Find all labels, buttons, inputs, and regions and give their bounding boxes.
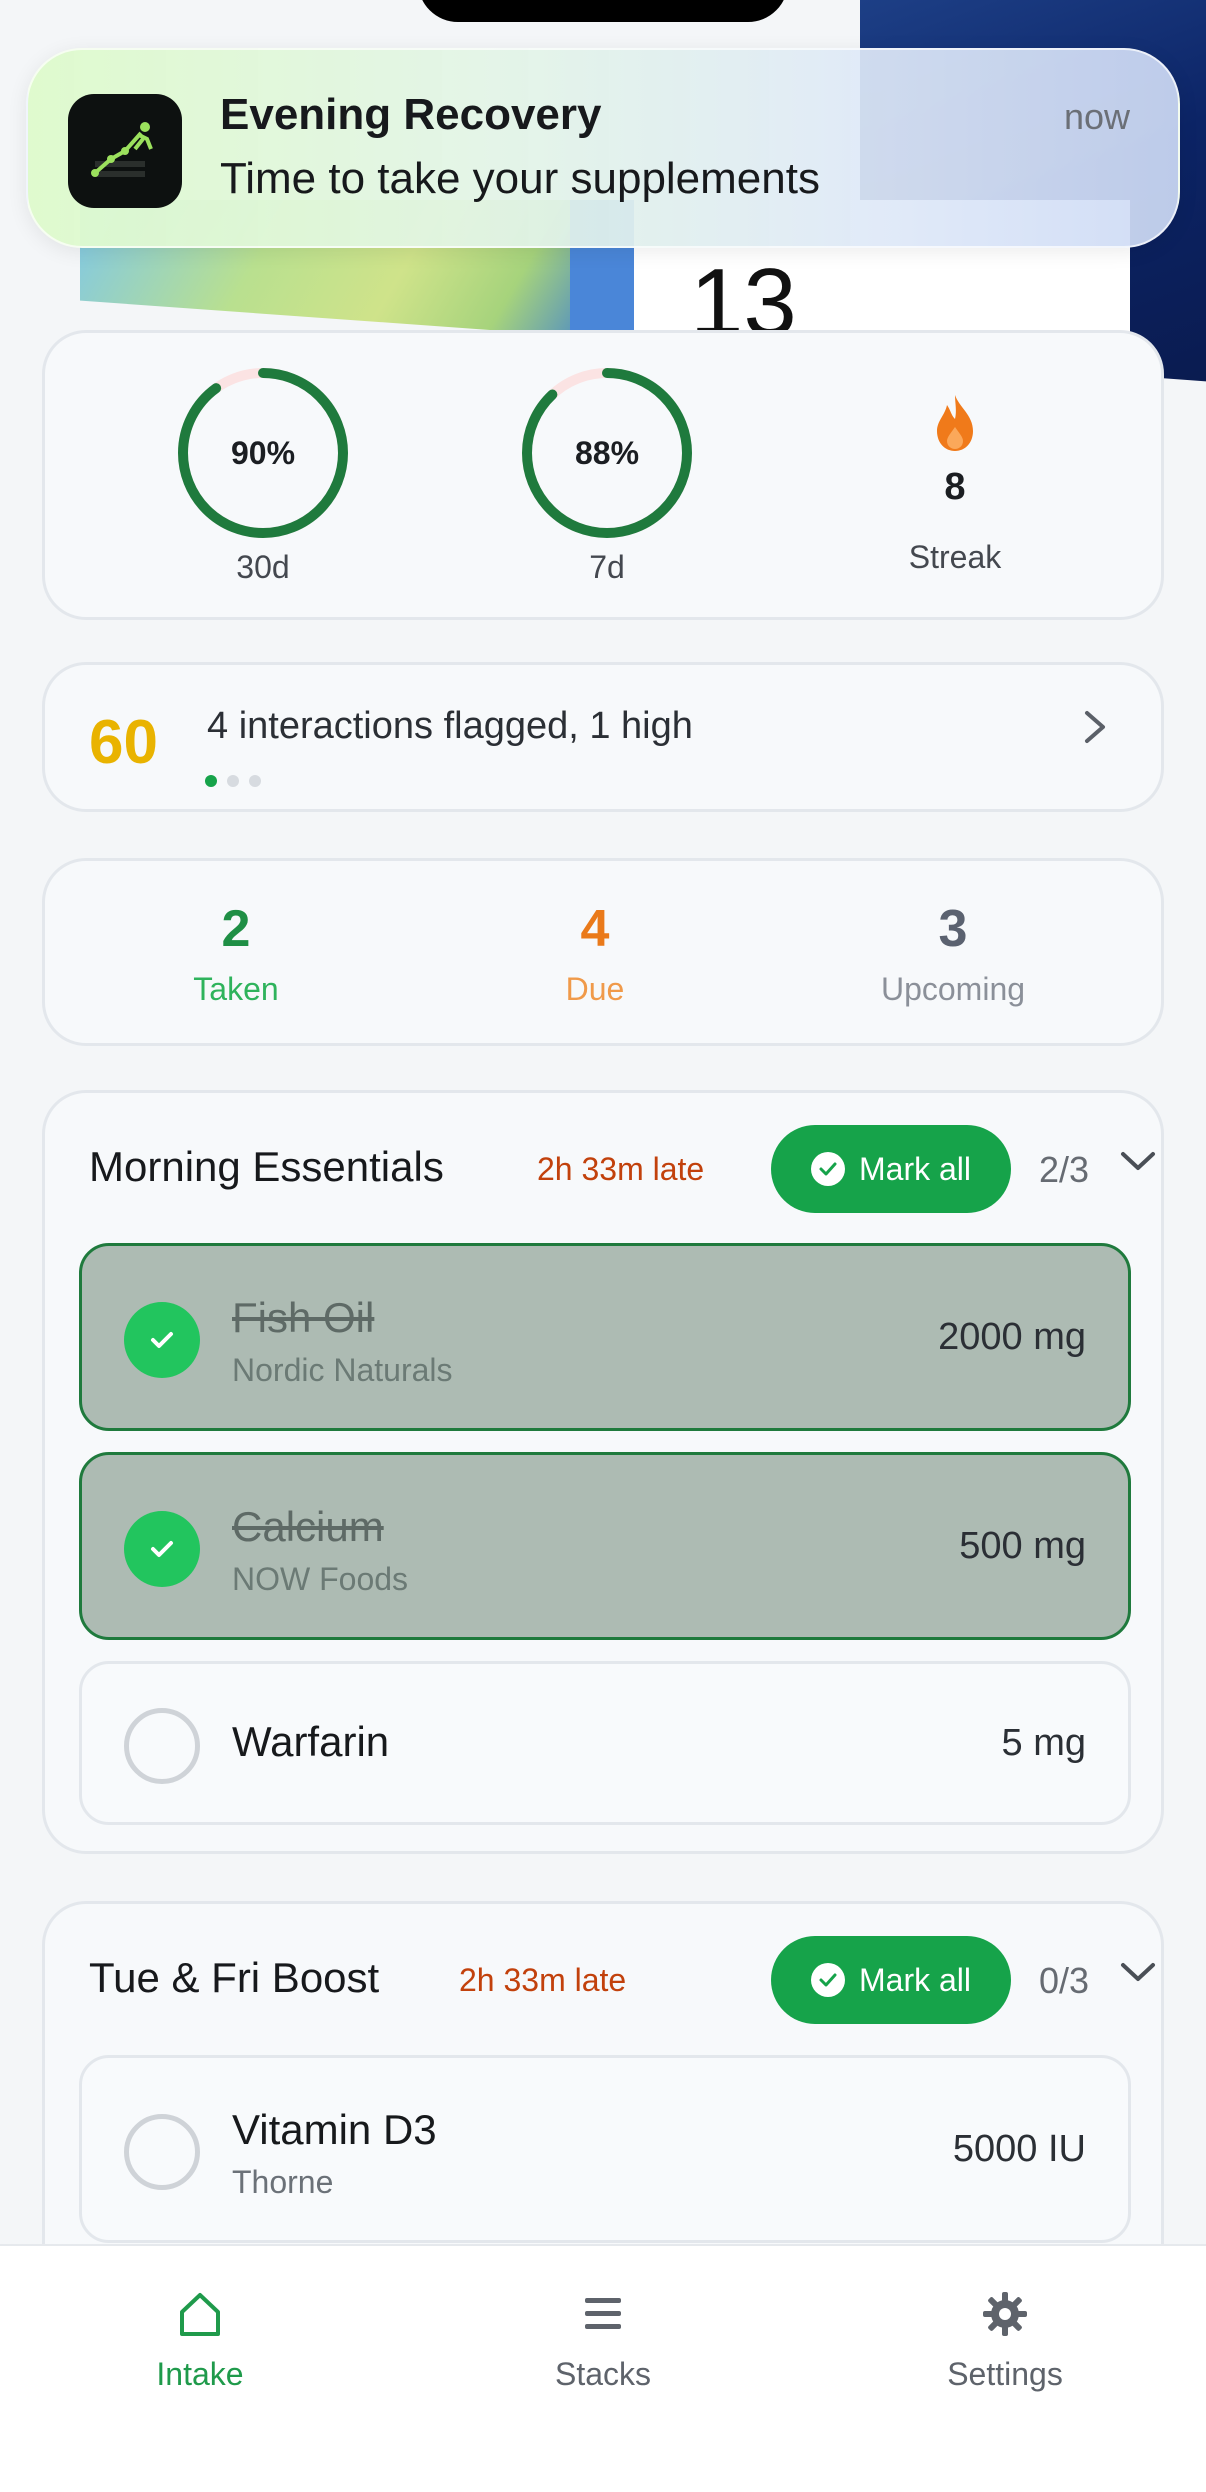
- supplement-brand: Thorne: [232, 2164, 334, 2200]
- notification-title: Evening Recovery: [220, 90, 602, 139]
- adherence-ring-7d: 88%: [517, 363, 697, 543]
- ring-value: 90%: [230, 434, 296, 471]
- supplement-name: Fish Oil: [232, 1294, 375, 1341]
- upcoming-summary: 3 Upcoming: [803, 899, 1103, 1008]
- ring-label-30d: 30d: [236, 549, 290, 585]
- adherence-ring-30d: 90%: [173, 363, 353, 543]
- empty-circle-icon[interactable]: [124, 2114, 200, 2190]
- taken-label: Taken: [193, 971, 279, 1007]
- taken-count: 2: [221, 900, 251, 958]
- mark-all-button[interactable]: Mark all: [771, 1125, 1011, 1213]
- due-label: Due: [565, 971, 625, 1007]
- page-dot: [227, 775, 239, 787]
- list-icon: [493, 2284, 713, 2344]
- mark-all-button[interactable]: Mark all: [771, 1936, 1011, 2024]
- upcoming-label: Upcoming: [880, 971, 1026, 1007]
- nav-label: Stacks: [554, 2356, 652, 2392]
- streak-label: Streak: [908, 539, 1002, 575]
- interaction-score-card[interactable]: 60 4 interactions flagged, 1 high: [42, 662, 1164, 812]
- supplement-item-fish-oil[interactable]: Fish Oil Nordic Naturals 2000 mg: [79, 1243, 1131, 1431]
- ring-value: 88%: [574, 434, 640, 471]
- supplement-brand: Nordic Naturals: [232, 1352, 453, 1388]
- page-dot: [205, 775, 217, 787]
- stack-progress: 0/3: [1039, 1960, 1090, 2001]
- checkmark-icon[interactable]: [124, 1302, 200, 1378]
- chevron-down-icon[interactable]: [1119, 1952, 1157, 1994]
- check-circle-icon: [810, 1152, 845, 1186]
- stack-header[interactable]: Tue & Fri Boost 2h 33m late Mark all 0/3: [89, 1904, 1155, 2054]
- notification-time: now: [1063, 96, 1130, 137]
- stack-title: Morning Essentials: [89, 1143, 444, 1190]
- chevron-right-icon: [1083, 709, 1107, 755]
- home-icon: [90, 2284, 310, 2344]
- gear-icon: [895, 2284, 1115, 2344]
- runner-chart-icon: [68, 94, 182, 208]
- supplement-item-vitamin-d3[interactable]: Vitamin D3 Thorne 5000 IU: [79, 2055, 1131, 2243]
- supplement-item-warfarin[interactable]: Warfarin 5 mg: [79, 1661, 1131, 1825]
- taken-summary: 2 Taken: [86, 899, 386, 1008]
- ring-label-7d: 7d: [589, 549, 625, 585]
- streak-block: 8 Streak: [855, 393, 1055, 576]
- page-indicator: [205, 775, 261, 787]
- chevron-down-icon[interactable]: [1119, 1141, 1157, 1183]
- stack-card-morning: Morning Essentials 2h 33m late Mark all …: [42, 1090, 1164, 1854]
- adherence-stats-card: 90% 30d 88% 7d 8 Streak: [42, 330, 1164, 620]
- stack-title: Tue & Fri Boost: [89, 1954, 380, 2001]
- mark-all-label: Mark all: [858, 1961, 971, 1998]
- flame-icon: [855, 393, 1055, 458]
- supplement-dose: 5 mg: [1001, 1722, 1086, 1764]
- supplement-item-calcium[interactable]: Calcium NOW Foods 500 mg: [79, 1452, 1131, 1640]
- nav-tab-intake[interactable]: Intake: [90, 2284, 310, 2393]
- notification-body: Time to take your supplements: [220, 154, 820, 203]
- stack-header[interactable]: Morning Essentials 2h 33m late Mark all …: [89, 1093, 1155, 1243]
- upcoming-count: 3: [938, 900, 968, 958]
- checkmark-icon[interactable]: [124, 1511, 200, 1587]
- supplement-dose: 5000 IU: [952, 2128, 1086, 2170]
- check-circle-icon: [810, 1963, 845, 1997]
- dose-summary-card: 2 Taken 4 Due 3 Upcoming: [42, 858, 1164, 1046]
- mark-all-label: Mark all: [858, 1150, 971, 1187]
- interaction-score: 60: [89, 708, 158, 777]
- due-summary: 4 Due: [445, 899, 745, 1008]
- nav-label: Intake: [156, 2356, 244, 2392]
- supplement-dose: 2000 mg: [938, 1316, 1086, 1358]
- page-dot: [249, 775, 261, 787]
- nav-tab-stacks[interactable]: Stacks: [493, 2284, 713, 2393]
- dynamic-island: [418, 0, 788, 22]
- nav-label: Settings: [947, 2356, 1063, 2392]
- late-badge: 2h 33m late: [459, 1962, 627, 1998]
- stack-progress: 2/3: [1039, 1149, 1090, 1190]
- late-badge: 2h 33m late: [537, 1151, 705, 1187]
- streak-value: 8: [944, 466, 966, 508]
- supplement-name: Vitamin D3: [232, 2106, 437, 2153]
- empty-circle-icon[interactable]: [124, 1708, 200, 1784]
- bottom-navigation: Intake Stacks Settings: [0, 2244, 1206, 2492]
- notification-banner[interactable]: Evening Recovery Time to take your suppl…: [26, 48, 1180, 248]
- supplement-name: Warfarin: [232, 1718, 390, 1765]
- nav-tab-settings[interactable]: Settings: [895, 2284, 1115, 2393]
- supplement-dose: 500 mg: [959, 1525, 1086, 1567]
- due-count: 4: [580, 900, 610, 958]
- supplement-brand: NOW Foods: [232, 1561, 409, 1597]
- supplement-name: Calcium: [232, 1503, 384, 1550]
- interaction-summary: 4 interactions flagged, 1 high: [207, 705, 693, 747]
